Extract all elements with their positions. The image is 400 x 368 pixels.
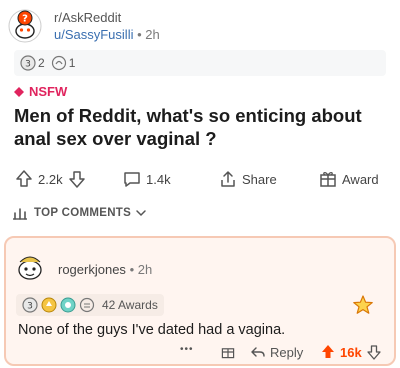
askreddit-logo-icon: ? — [8, 9, 42, 43]
comment-card: rogerkjones • 2h 3 42 Awards None of the… — [4, 236, 396, 366]
subreddit-avatar[interactable]: ? — [8, 9, 42, 43]
post-action-bar: 2.2k 1.4k Share Award — [0, 162, 400, 196]
award-button[interactable]: Award — [318, 169, 383, 189]
comments-button[interactable]: 1.4k — [122, 169, 175, 189]
comment-count: 1.4k — [146, 171, 171, 187]
post-age: 2h — [145, 27, 160, 42]
comment-author-line: rogerkjones • 2h — [58, 262, 152, 277]
downvote-arrow-icon[interactable] — [67, 169, 87, 189]
reply-button[interactable]: Reply — [250, 344, 303, 360]
svg-text:3: 3 — [27, 302, 33, 312]
upvote-count: 2.2k — [38, 171, 63, 187]
award-item: 1 — [51, 55, 76, 71]
upvote-arrow-icon[interactable] — [14, 169, 34, 189]
subreddit-name[interactable]: r/AskReddit — [54, 9, 160, 26]
comment-age: 2h — [137, 262, 153, 277]
svg-text:3: 3 — [25, 60, 31, 70]
share-icon — [221, 171, 235, 187]
post-header: ? r/AskReddit u/SassyFusilli • 2h — [8, 6, 392, 46]
award-item: 3 2 — [20, 55, 45, 71]
chevron-down-icon — [136, 210, 146, 217]
award-label: Award — [342, 171, 379, 187]
silver-award-icon: 3 — [22, 297, 38, 313]
comment-action-bar: ••• Reply 16k — [6, 341, 394, 365]
share-label: Share — [242, 171, 277, 187]
post-meta: r/AskReddit u/SassyFusilli • 2h — [54, 9, 160, 43]
comment-award-button[interactable] — [220, 344, 236, 360]
star-award-icon — [353, 295, 373, 314]
comment-vote-group: 16k — [320, 344, 382, 360]
comment-awards-bar[interactable]: 3 42 Awards — [16, 294, 164, 316]
more-options-button[interactable]: ••• — [180, 344, 194, 355]
gold-award-icon — [41, 297, 57, 313]
gift-award-icon — [320, 172, 336, 187]
helpful-award-icon — [51, 55, 66, 71]
rocket-sort-icon — [13, 208, 27, 220]
meta-separator: • — [129, 262, 135, 277]
nsfw-label: NSFW — [29, 84, 68, 99]
svg-text:?: ? — [22, 14, 28, 25]
comment-author[interactable]: rogerkjones — [58, 262, 126, 277]
post-awards-bar[interactable]: 3 2 1 — [14, 50, 386, 76]
silver-award-icon: 3 — [20, 55, 36, 71]
comment-sort[interactable]: TOP COMMENTS — [12, 205, 147, 221]
vote-group: 2.2k — [14, 169, 87, 189]
sort-label: TOP COMMENTS — [34, 207, 132, 219]
downvote-arrow-icon[interactable] — [366, 344, 382, 360]
nsfw-icon — [14, 86, 24, 97]
share-button[interactable]: Share — [218, 169, 281, 189]
upvote-arrow-icon[interactable] — [320, 344, 336, 360]
comment-score: 16k — [340, 344, 362, 360]
platinum-award-icon — [60, 297, 76, 313]
nsfw-tag: NSFW — [14, 84, 67, 99]
award-count: 2 — [38, 56, 45, 70]
comment-award-count: 42 Awards — [102, 298, 158, 312]
post-author[interactable]: u/SassyFusilli — [54, 27, 133, 42]
comment-bubble-icon — [124, 172, 140, 187]
reply-label: Reply — [270, 344, 304, 360]
user-avatar-icon[interactable] — [14, 250, 46, 284]
reply-arrow-icon — [251, 347, 265, 357]
comment-body: None of the guys I've dated had a vagina… — [18, 322, 286, 338]
post-title[interactable]: Men of Reddit, what's so enticing about … — [14, 104, 384, 150]
gift-award-icon — [221, 348, 235, 359]
wholesome-award-icon — [79, 297, 95, 313]
meta-separator: • — [137, 27, 142, 42]
author-line: u/SassyFusilli • 2h — [54, 26, 160, 43]
award-count: 1 — [68, 56, 76, 70]
